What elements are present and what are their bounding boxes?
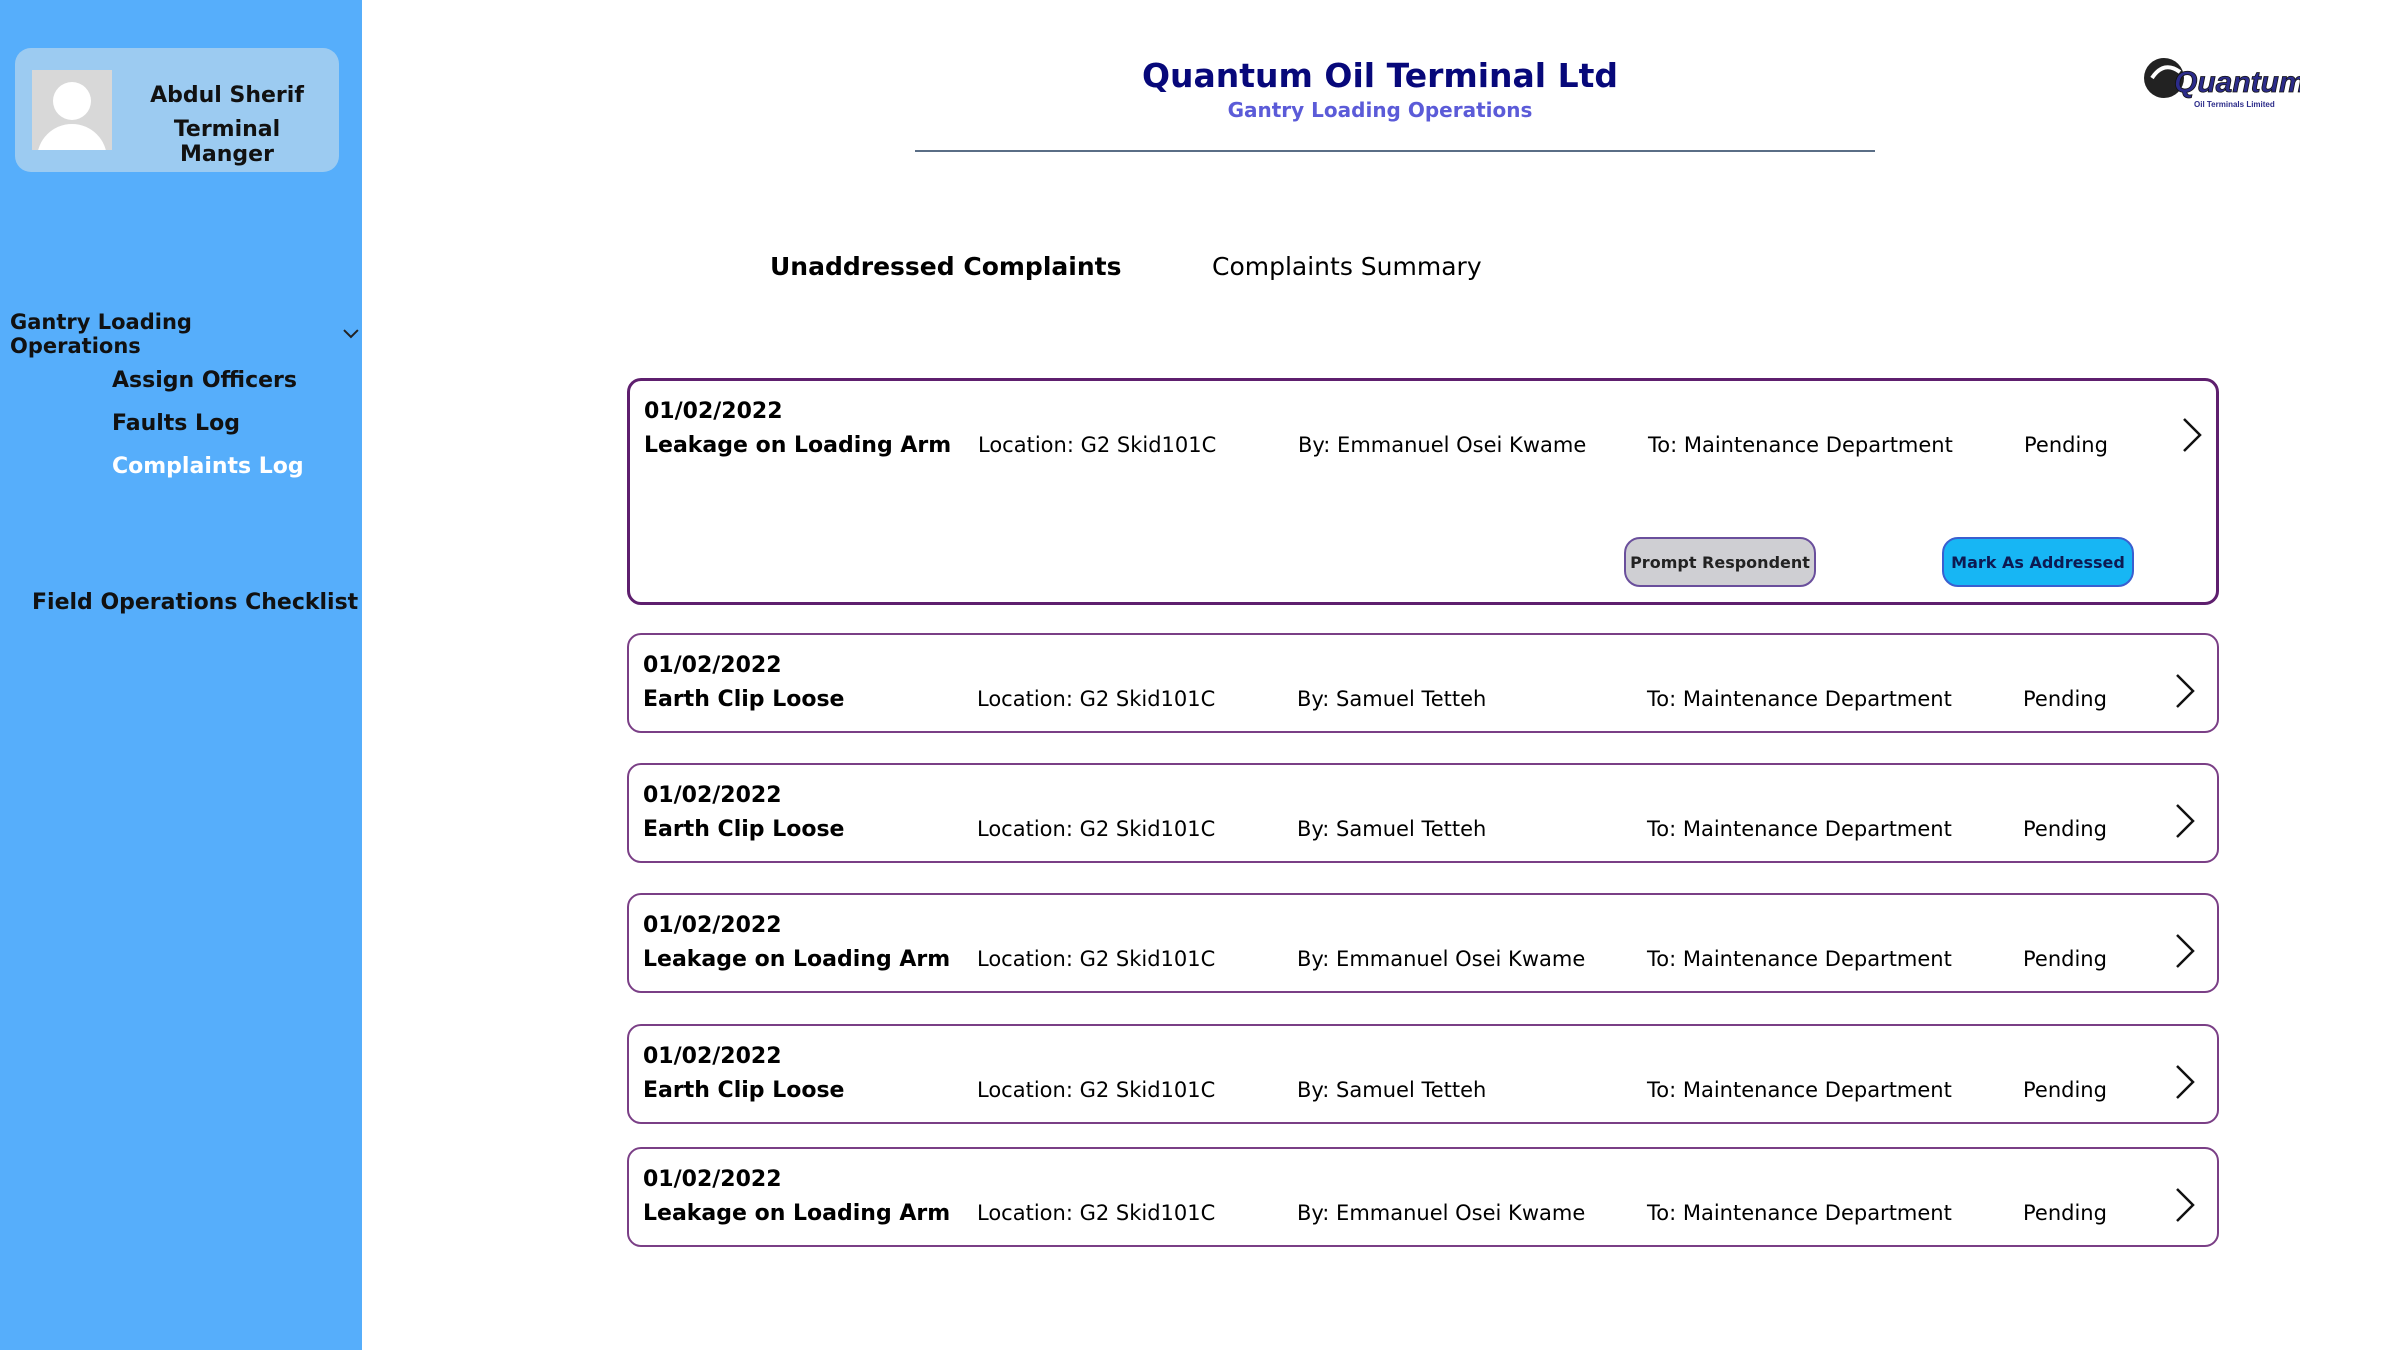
complaint-recipient: To: Maintenance Department bbox=[1647, 687, 1952, 711]
complaint-recipient: To: Maintenance Department bbox=[1647, 1078, 1952, 1102]
tab-unaddressed-complaints[interactable]: Unaddressed Complaints bbox=[770, 252, 1121, 281]
status-badge: Pending bbox=[2023, 687, 2107, 711]
prompt-respondent-button[interactable]: Prompt Respondent bbox=[1624, 537, 1816, 587]
complaint-date: 01/02/2022 bbox=[643, 1167, 782, 1192]
complaint-location: Location: G2 Skid101C bbox=[977, 1078, 1216, 1102]
logo-subtext: Oil Terminals Limited bbox=[2194, 100, 2275, 109]
complaint-location: Location: G2 Skid101C bbox=[977, 687, 1216, 711]
complaint-card[interactable]: 01/02/2022 Earth Clip Loose Location: G2… bbox=[627, 633, 2219, 733]
user-name: Abdul Sherif bbox=[150, 83, 304, 108]
user-card: Abdul Sherif Terminal Manger bbox=[15, 48, 339, 172]
complaint-title: Leakage on Loading Arm bbox=[644, 433, 952, 458]
complaint-recipient: To: Maintenance Department bbox=[1648, 433, 1953, 457]
status-badge: Pending bbox=[2023, 1201, 2107, 1225]
chevron-right-icon[interactable] bbox=[2169, 931, 2199, 971]
avatar bbox=[32, 70, 112, 150]
complaint-reporter: By: Emmanuel Osei Kwame bbox=[1297, 1201, 1586, 1225]
chevron-right-icon[interactable] bbox=[2169, 671, 2199, 711]
complaint-date: 01/02/2022 bbox=[643, 783, 782, 808]
complaint-title: Earth Clip Loose bbox=[643, 1078, 845, 1103]
status-badge: Pending bbox=[2024, 433, 2108, 457]
complaint-recipient: To: Maintenance Department bbox=[1647, 947, 1952, 971]
user-role: Terminal Manger bbox=[173, 117, 281, 167]
nav-group-gantry-loading[interactable]: Gantry Loading Operations bbox=[10, 310, 362, 358]
complaint-card[interactable]: 01/02/2022 Earth Clip Loose Location: G2… bbox=[627, 1024, 2219, 1124]
complaint-reporter: By: Samuel Tetteh bbox=[1297, 817, 1487, 841]
complaint-card[interactable]: 01/02/2022 Leakage on Loading Arm Locati… bbox=[627, 378, 2219, 605]
chevron-right-icon[interactable] bbox=[2169, 1062, 2199, 1102]
chevron-right-icon[interactable] bbox=[2169, 801, 2199, 841]
sidebar-item-faults-log[interactable]: Faults Log bbox=[112, 411, 240, 436]
complaint-date: 01/02/2022 bbox=[644, 399, 783, 424]
complaint-location: Location: G2 Skid101C bbox=[977, 1201, 1216, 1225]
complaint-reporter: By: Emmanuel Osei Kwame bbox=[1297, 947, 1586, 971]
complaint-recipient: To: Maintenance Department bbox=[1647, 1201, 1952, 1225]
complaint-title: Leakage on Loading Arm bbox=[643, 947, 951, 972]
status-badge: Pending bbox=[2023, 947, 2107, 971]
chevron-right-icon[interactable] bbox=[2176, 415, 2206, 455]
complaint-reporter: By: Samuel Tetteh bbox=[1297, 1078, 1487, 1102]
complaint-date: 01/02/2022 bbox=[643, 913, 782, 938]
status-badge: Pending bbox=[2023, 1078, 2107, 1102]
tab-complaints-summary[interactable]: Complaints Summary bbox=[1212, 252, 1482, 281]
complaint-title: Leakage on Loading Arm bbox=[643, 1201, 951, 1226]
mark-as-addressed-button[interactable]: Mark As Addressed bbox=[1942, 537, 2134, 587]
status-badge: Pending bbox=[2023, 817, 2107, 841]
sidebar: Abdul Sherif Terminal Manger Gantry Load… bbox=[0, 0, 362, 1350]
complaint-location: Location: G2 Skid101C bbox=[978, 433, 1217, 457]
complaint-reporter: By: Samuel Tetteh bbox=[1297, 687, 1487, 711]
complaint-date: 01/02/2022 bbox=[643, 653, 782, 678]
logo-text: Quantum bbox=[2174, 66, 2300, 99]
sidebar-item-field-operations-checklist[interactable]: Field Operations Checklist bbox=[32, 590, 358, 615]
complaint-title: Earth Clip Loose bbox=[643, 687, 845, 712]
sidebar-item-assign-officers[interactable]: Assign Officers bbox=[112, 368, 297, 393]
complaint-card[interactable]: 01/02/2022 Leakage on Loading Arm Locati… bbox=[627, 1147, 2219, 1247]
complaint-title: Earth Clip Loose bbox=[643, 817, 845, 842]
chevron-right-icon[interactable] bbox=[2169, 1185, 2199, 1225]
complaint-reporter: By: Emmanuel Osei Kwame bbox=[1298, 433, 1587, 457]
complaint-location: Location: G2 Skid101C bbox=[977, 817, 1216, 841]
sidebar-item-complaints-log[interactable]: Complaints Log bbox=[112, 454, 304, 479]
complaint-recipient: To: Maintenance Department bbox=[1647, 817, 1952, 841]
company-title: Quantum Oil Terminal Ltd bbox=[1141, 56, 1619, 95]
complaint-location: Location: G2 Skid101C bbox=[977, 947, 1216, 971]
complaint-card[interactable]: 01/02/2022 Leakage on Loading Arm Locati… bbox=[627, 893, 2219, 993]
header-divider bbox=[915, 150, 1875, 152]
nav-group-label: Gantry Loading Operations bbox=[10, 310, 192, 358]
chevron-down-icon bbox=[343, 329, 359, 339]
complaint-date: 01/02/2022 bbox=[643, 1044, 782, 1069]
company-logo: Quantum Oil Terminals Limited bbox=[2144, 58, 2300, 109]
complaint-card[interactable]: 01/02/2022 Earth Clip Loose Location: G2… bbox=[627, 763, 2219, 863]
page-subtitle: Gantry Loading Operations bbox=[1227, 98, 1533, 122]
